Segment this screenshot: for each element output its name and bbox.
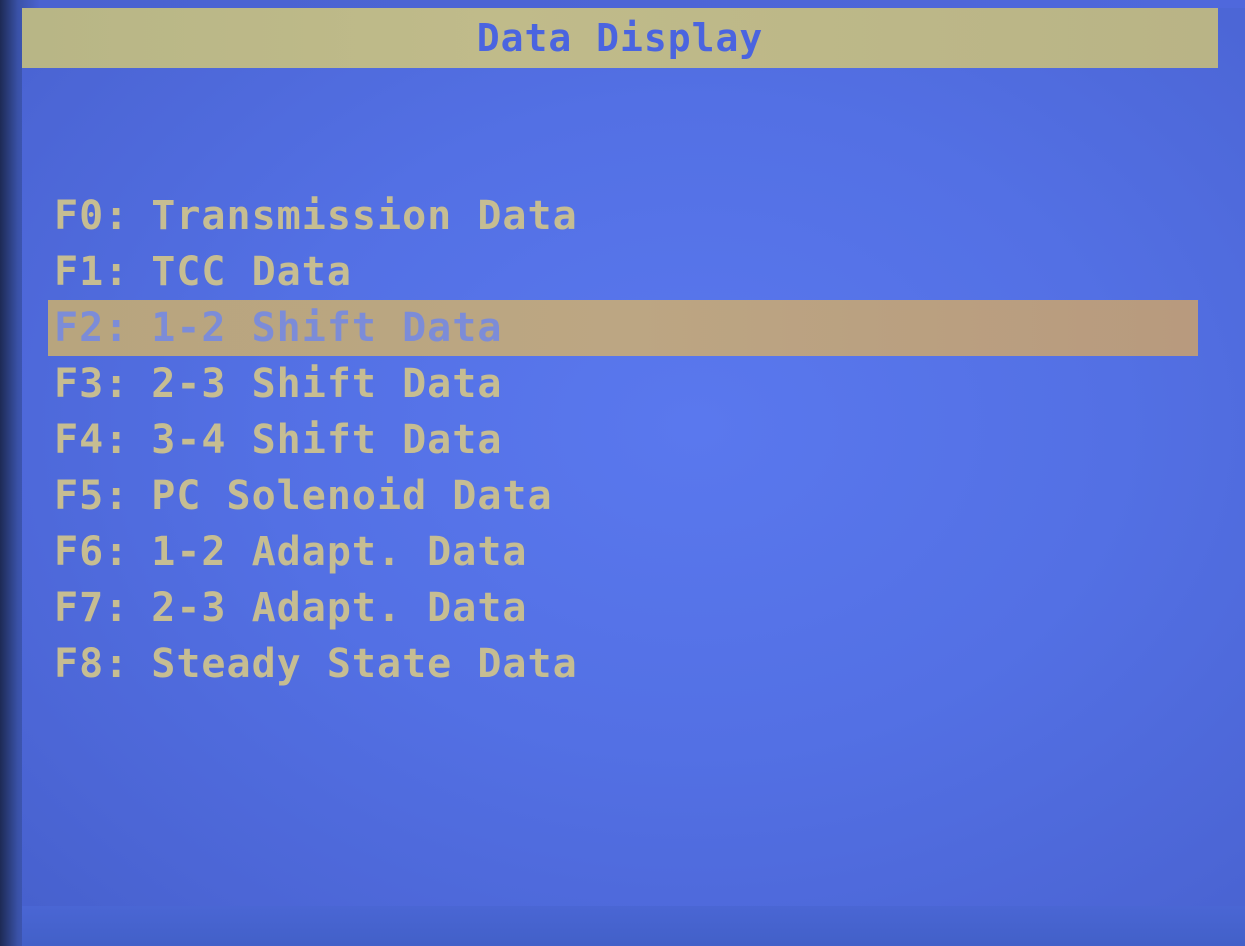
menu-item-key: F0:: [54, 193, 130, 239]
menu-item-label: 3-4 Shift Data: [151, 417, 503, 463]
menu-item-key: F4:: [54, 417, 130, 463]
menu-item-key: F7:: [54, 585, 130, 631]
menu-item-f8[interactable]: F8: Steady State Data: [48, 636, 1198, 692]
page-title: Data Display: [476, 16, 764, 60]
menu-item-key: F5:: [54, 473, 130, 519]
menu-item-f0[interactable]: F0: Transmission Data: [48, 188, 1198, 244]
menu-item-label: 1-2 Shift Data: [151, 305, 503, 351]
menu-item-f5[interactable]: F5: PC Solenoid Data: [48, 468, 1198, 524]
menu-item-key: F6:: [54, 529, 130, 575]
menu-item-label: 1-2 Adapt. Data: [151, 529, 528, 575]
data-menu: F0: Transmission Data F1: TCC Data F2: 1-2 …: [48, 188, 1198, 692]
menu-item-label: Steady State Data: [151, 641, 578, 687]
menu-item-label: 2-3 Adapt. Data: [151, 585, 528, 631]
menu-item-key: F1:: [54, 249, 130, 295]
menu-item-label: PC Solenoid Data: [151, 473, 553, 519]
title-bar: Data Display: [22, 8, 1218, 68]
menu-item-label: TCC Data: [151, 249, 352, 295]
screen-bottom-edge: [22, 906, 1245, 946]
menu-item-f6[interactable]: F6: 1-2 Adapt. Data: [48, 524, 1198, 580]
menu-item-f1[interactable]: F1: TCC Data: [48, 244, 1198, 300]
menu-item-f3[interactable]: F3: 2-3 Shift Data: [48, 356, 1198, 412]
menu-item-f7[interactable]: F7: 2-3 Adapt. Data: [48, 580, 1198, 636]
menu-item-label: Transmission Data: [151, 193, 578, 239]
menu-item-key: F8:: [54, 641, 130, 687]
menu-item-f4[interactable]: F4: 3-4 Shift Data: [48, 412, 1198, 468]
menu-item-label: 2-3 Shift Data: [151, 361, 503, 407]
menu-item-key: F3:: [54, 361, 130, 407]
menu-item-key: F2:: [54, 305, 130, 351]
menu-item-f2[interactable]: F2: 1-2 Shift Data: [48, 300, 1198, 356]
